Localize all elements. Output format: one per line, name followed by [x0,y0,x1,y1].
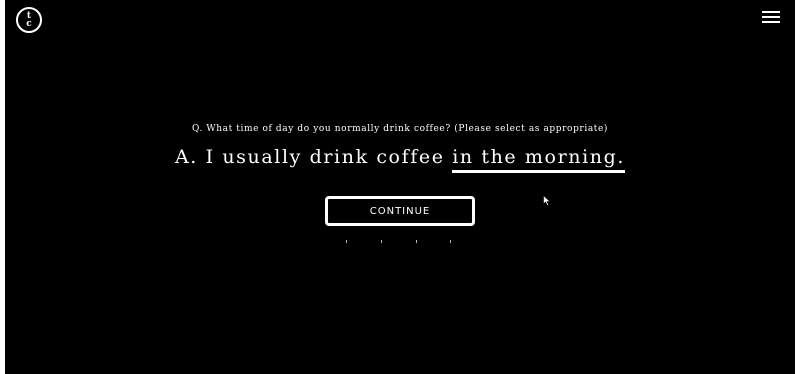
hamburger-menu-icon[interactable] [762,11,780,23]
progress-step[interactable] [381,240,382,243]
logo-letter-bottom: c [26,19,32,29]
progress-indicator [346,240,454,244]
answer-sentence: A. I usually drink coffee in the morning… [0,146,800,173]
question-text: Q. What time of day do you normally drin… [191,124,609,134]
brand-logo[interactable]: t c [16,7,42,33]
answer-prefix: A. I usually drink coffee [174,146,453,168]
menu-line [762,16,780,18]
answer-choice-select[interactable]: in the morning. [452,146,626,173]
progress-step[interactable] [416,240,417,243]
page-frame [0,0,800,374]
menu-line [762,11,780,13]
menu-line [762,21,780,23]
progress-step[interactable] [450,240,451,243]
mouse-cursor-icon [543,195,551,206]
progress-step[interactable] [346,240,347,243]
continue-button[interactable]: CONTINUE [325,196,475,226]
